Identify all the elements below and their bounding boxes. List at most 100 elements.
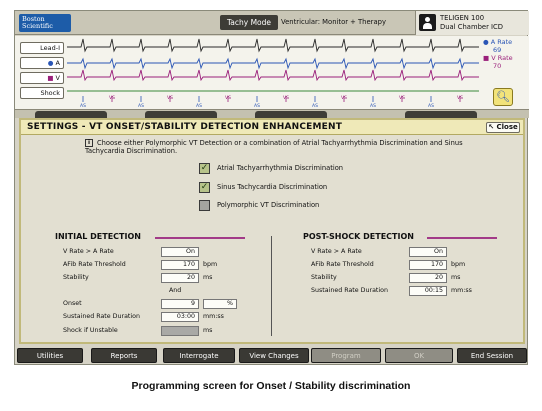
device-info: TELIGEN 100 Dual Chamber ICD	[415, 11, 529, 35]
initial-and-label: And	[169, 287, 182, 294]
marker-label: VS	[109, 95, 115, 101]
marker-label: VS	[167, 95, 173, 101]
utilities-button[interactable]: Utilities	[17, 348, 83, 363]
postshock-afib-field[interactable]: 170	[409, 260, 447, 270]
dialog-title: SETTINGS - VT ONSET/STABILITY DETECTION …	[21, 120, 523, 135]
label-sinus-tachy: Sinus Tachycardia Discrimination	[217, 183, 328, 191]
ventricular-rate-value: 70	[493, 62, 502, 70]
program-button[interactable]: Program	[311, 348, 381, 363]
postshock-srd-field[interactable]: 00:15	[409, 286, 447, 296]
postshock-srd-label: Sustained Rate Duration	[311, 287, 388, 294]
initial-vrate-label: V Rate > A Rate	[63, 248, 114, 255]
programmer-screen: Boston Scientific Tachy Mode Ventricular:…	[14, 10, 529, 366]
initial-detection-panel: INITIAL DETECTION V Rate > A Rate On AFi…	[55, 232, 285, 338]
marker-label: VS	[283, 95, 289, 101]
postshock-afib-label: AFib Rate Threshold	[311, 261, 374, 268]
checkbox-atrial-tachy[interactable]: ✓	[199, 163, 210, 174]
marker-label: VS	[341, 95, 347, 101]
checkbox-sinus-tachy[interactable]: ✓	[199, 182, 210, 193]
magnify-icon: 🔍︎	[496, 90, 510, 103]
initial-afib-field[interactable]: 170	[161, 260, 199, 270]
initial-onset-field[interactable]: 9	[161, 299, 199, 309]
tab-summary[interactable]	[35, 111, 107, 118]
initial-vrate-field[interactable]: On	[161, 247, 199, 257]
channel-ventricular-button[interactable]: ■ V	[20, 72, 64, 84]
info-icon: i	[85, 139, 93, 147]
initial-afib-label: AFib Rate Threshold	[63, 261, 126, 268]
tab-settings[interactable]	[405, 111, 477, 118]
bottom-button-bar: Utilities Reports Interrogate View Chang…	[15, 347, 529, 366]
tab-tests[interactable]	[255, 111, 327, 118]
ventricular-square-icon: ■	[47, 74, 54, 82]
postshock-vrate-label: V Rate > A Rate	[311, 248, 362, 255]
initial-stability-label: Stability	[63, 274, 89, 281]
postshock-stability-field[interactable]: 20	[409, 273, 447, 283]
tachy-mode-status: Ventricular: Monitor + Therapy	[281, 18, 386, 26]
marker-label: AS	[138, 103, 144, 109]
marker-label: AS	[254, 103, 260, 109]
ventricular-trace	[67, 69, 479, 82]
initial-shock-unstable-label: Shock if Unstable	[63, 327, 118, 334]
initial-srd-unit: mm:ss	[203, 313, 224, 320]
initial-stability-unit: ms	[203, 274, 213, 281]
channel-ventricular-label: V	[55, 74, 60, 82]
close-arrow-icon: ↖	[488, 123, 495, 131]
marker-label: VS	[457, 95, 463, 101]
view-changes-button[interactable]: View Changes	[239, 348, 309, 363]
tab-strip	[15, 110, 529, 118]
brand-logo: Boston Scientific	[19, 14, 71, 32]
figure-caption: Programming screen for Onset / Stability…	[131, 380, 411, 392]
marker-label: VS	[399, 95, 405, 101]
checkbox-polymorphic-vt[interactable]	[199, 200, 210, 211]
lead-i-trace	[67, 38, 479, 53]
close-label: Close	[496, 123, 518, 131]
device-name: TELIGEN 100	[440, 14, 485, 22]
print-egm-button[interactable]: 🔍︎	[493, 88, 513, 106]
label-polymorphic-vt: Polymorphic VT Discrimination	[217, 201, 320, 209]
egm-traces: AS VS AS VS AS VS AS VS AS VS AS VS AS VS	[67, 38, 479, 109]
interrogate-button[interactable]: Interrogate	[163, 348, 235, 363]
close-button[interactable]: ↖ Close	[486, 122, 520, 133]
postshock-vrate-field[interactable]: On	[409, 247, 447, 257]
tab-events[interactable]	[145, 111, 217, 118]
settings-dialog: SETTINGS - VT ONSET/STABILITY DETECTION …	[19, 118, 525, 344]
channel-shock-button[interactable]: Shock	[20, 87, 64, 99]
initial-shock-unstable-unit: ms	[203, 327, 213, 334]
panel-divider	[271, 236, 272, 336]
initial-srd-field[interactable]: 03:00	[161, 312, 199, 322]
end-session-button[interactable]: End Session	[457, 348, 527, 363]
channel-lead-i-button[interactable]: Lead-I	[20, 42, 64, 54]
initial-stability-field[interactable]: 20	[161, 273, 199, 283]
marker-label: VS	[225, 95, 231, 101]
label-atrial-tachy: Atrial Tachyarrhythmia Discrimination	[217, 164, 344, 172]
initial-detection-title: INITIAL DETECTION	[55, 232, 141, 241]
initial-onset-label: Onset	[63, 300, 82, 307]
marker-label: AS	[80, 103, 86, 109]
ventricular-rate-label: V Rate	[491, 54, 513, 62]
marker-label: AS	[370, 103, 376, 109]
atrial-rate-value: 69	[493, 46, 502, 54]
egm-strip: Lead-I ● A ■ V Shock AS VS AS VS AS VS AS VS AS V…	[15, 36, 529, 110]
postshock-afib-unit: bpm	[451, 261, 466, 268]
initial-shock-unstable-field[interactable]	[161, 326, 199, 336]
info-message: i Choose either Polymorphic VT Detection …	[85, 139, 475, 155]
ok-button[interactable]: OK	[385, 348, 453, 363]
tachy-mode-button[interactable]: Tachy Mode	[220, 15, 278, 30]
channel-atrial-button[interactable]: ● A	[20, 57, 64, 69]
channel-atrial-label: A	[55, 59, 60, 67]
atrial-rate-icon: ●	[483, 38, 489, 46]
postshock-srd-unit: mm:ss	[451, 287, 472, 294]
info-text: Choose either Polymorphic VT Detection o…	[85, 139, 463, 155]
rate-readout: ● A Rate 69 ■ V Rate 70	[483, 38, 527, 70]
initial-onset-unit[interactable]: %	[203, 299, 237, 309]
patient-icon	[419, 14, 436, 31]
postshock-detection-panel: POST-SHOCK DETECTION V Rate > A Rate On …	[303, 232, 533, 338]
postshock-stability-unit: ms	[451, 274, 461, 281]
reports-button[interactable]: Reports	[91, 348, 157, 363]
marker-label: AS	[312, 103, 318, 109]
marker-label: AS	[196, 103, 202, 109]
postshock-title-rule	[427, 237, 497, 239]
postshock-detection-title: POST-SHOCK DETECTION	[303, 232, 414, 241]
atrial-dot-icon: ●	[47, 59, 54, 67]
marker-label: AS	[428, 103, 434, 109]
